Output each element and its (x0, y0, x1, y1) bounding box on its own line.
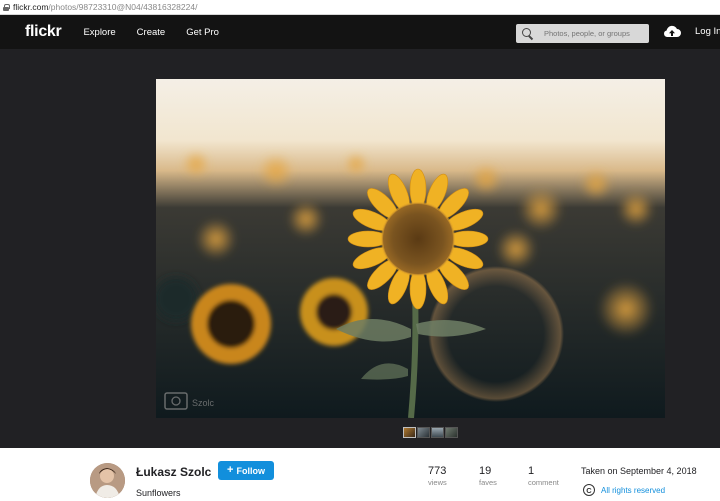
search-box[interactable] (516, 24, 649, 43)
lock-icon (3, 3, 10, 11)
faves-label: faves (479, 478, 497, 487)
thumbnail[interactable] (417, 427, 430, 438)
views-label: views (428, 478, 447, 487)
photo-watermark: Szolc (192, 398, 215, 408)
photostream-thumbnails (403, 427, 458, 438)
main-photo[interactable]: Szolc (156, 79, 665, 418)
nav-get-pro[interactable]: Get Pro (186, 27, 219, 38)
thumbnail[interactable] (403, 427, 416, 438)
search-input[interactable] (544, 29, 649, 38)
url-host: flickr.com (13, 2, 49, 12)
rights-link[interactable]: All rights reserved (601, 486, 665, 495)
faves-count: 19 (479, 465, 492, 477)
comments-label: comment (528, 478, 559, 487)
avatar[interactable] (90, 463, 125, 498)
copyright-icon: C (583, 484, 595, 496)
taken-date: Taken on September 4, 2018 (581, 466, 697, 476)
comments-count: 1 (528, 465, 535, 477)
photo-stage: Szolc (0, 49, 720, 448)
upload-cloud-icon[interactable] (662, 23, 682, 41)
thumbnail[interactable] (431, 427, 444, 438)
plus-icon: + (227, 464, 234, 476)
follow-button[interactable]: + Follow (218, 461, 274, 480)
photo-title: Sunflowers (136, 488, 181, 498)
author-name[interactable]: Łukasz Szolc (136, 465, 211, 479)
url-path: /photos/98723310@N04/43816328224/ (48, 2, 198, 12)
search-icon[interactable] (516, 24, 538, 43)
license-info[interactable]: C All rights reserved (583, 484, 665, 496)
login-link[interactable]: Log In (695, 26, 720, 37)
views-stat: 773 views (428, 465, 447, 487)
comments-stat: 1 comment (528, 465, 559, 487)
top-nav: flickr Explore Create Get Pro Log In (0, 15, 720, 49)
address-bar[interactable]: flickr.com/photos/98723310@N04/438163282… (0, 0, 720, 15)
flickr-logo[interactable]: flickr (25, 23, 62, 41)
follow-label: Follow (236, 465, 265, 476)
nav-create[interactable]: Create (137, 27, 166, 38)
nav-explore[interactable]: Explore (83, 27, 115, 38)
faves-stat: 19 faves (479, 465, 497, 487)
thumbnail[interactable] (445, 427, 458, 438)
views-count: 773 (428, 465, 447, 477)
photo-info-bar: Łukasz Szolc Sunflowers + Follow 773 vie… (0, 448, 720, 501)
